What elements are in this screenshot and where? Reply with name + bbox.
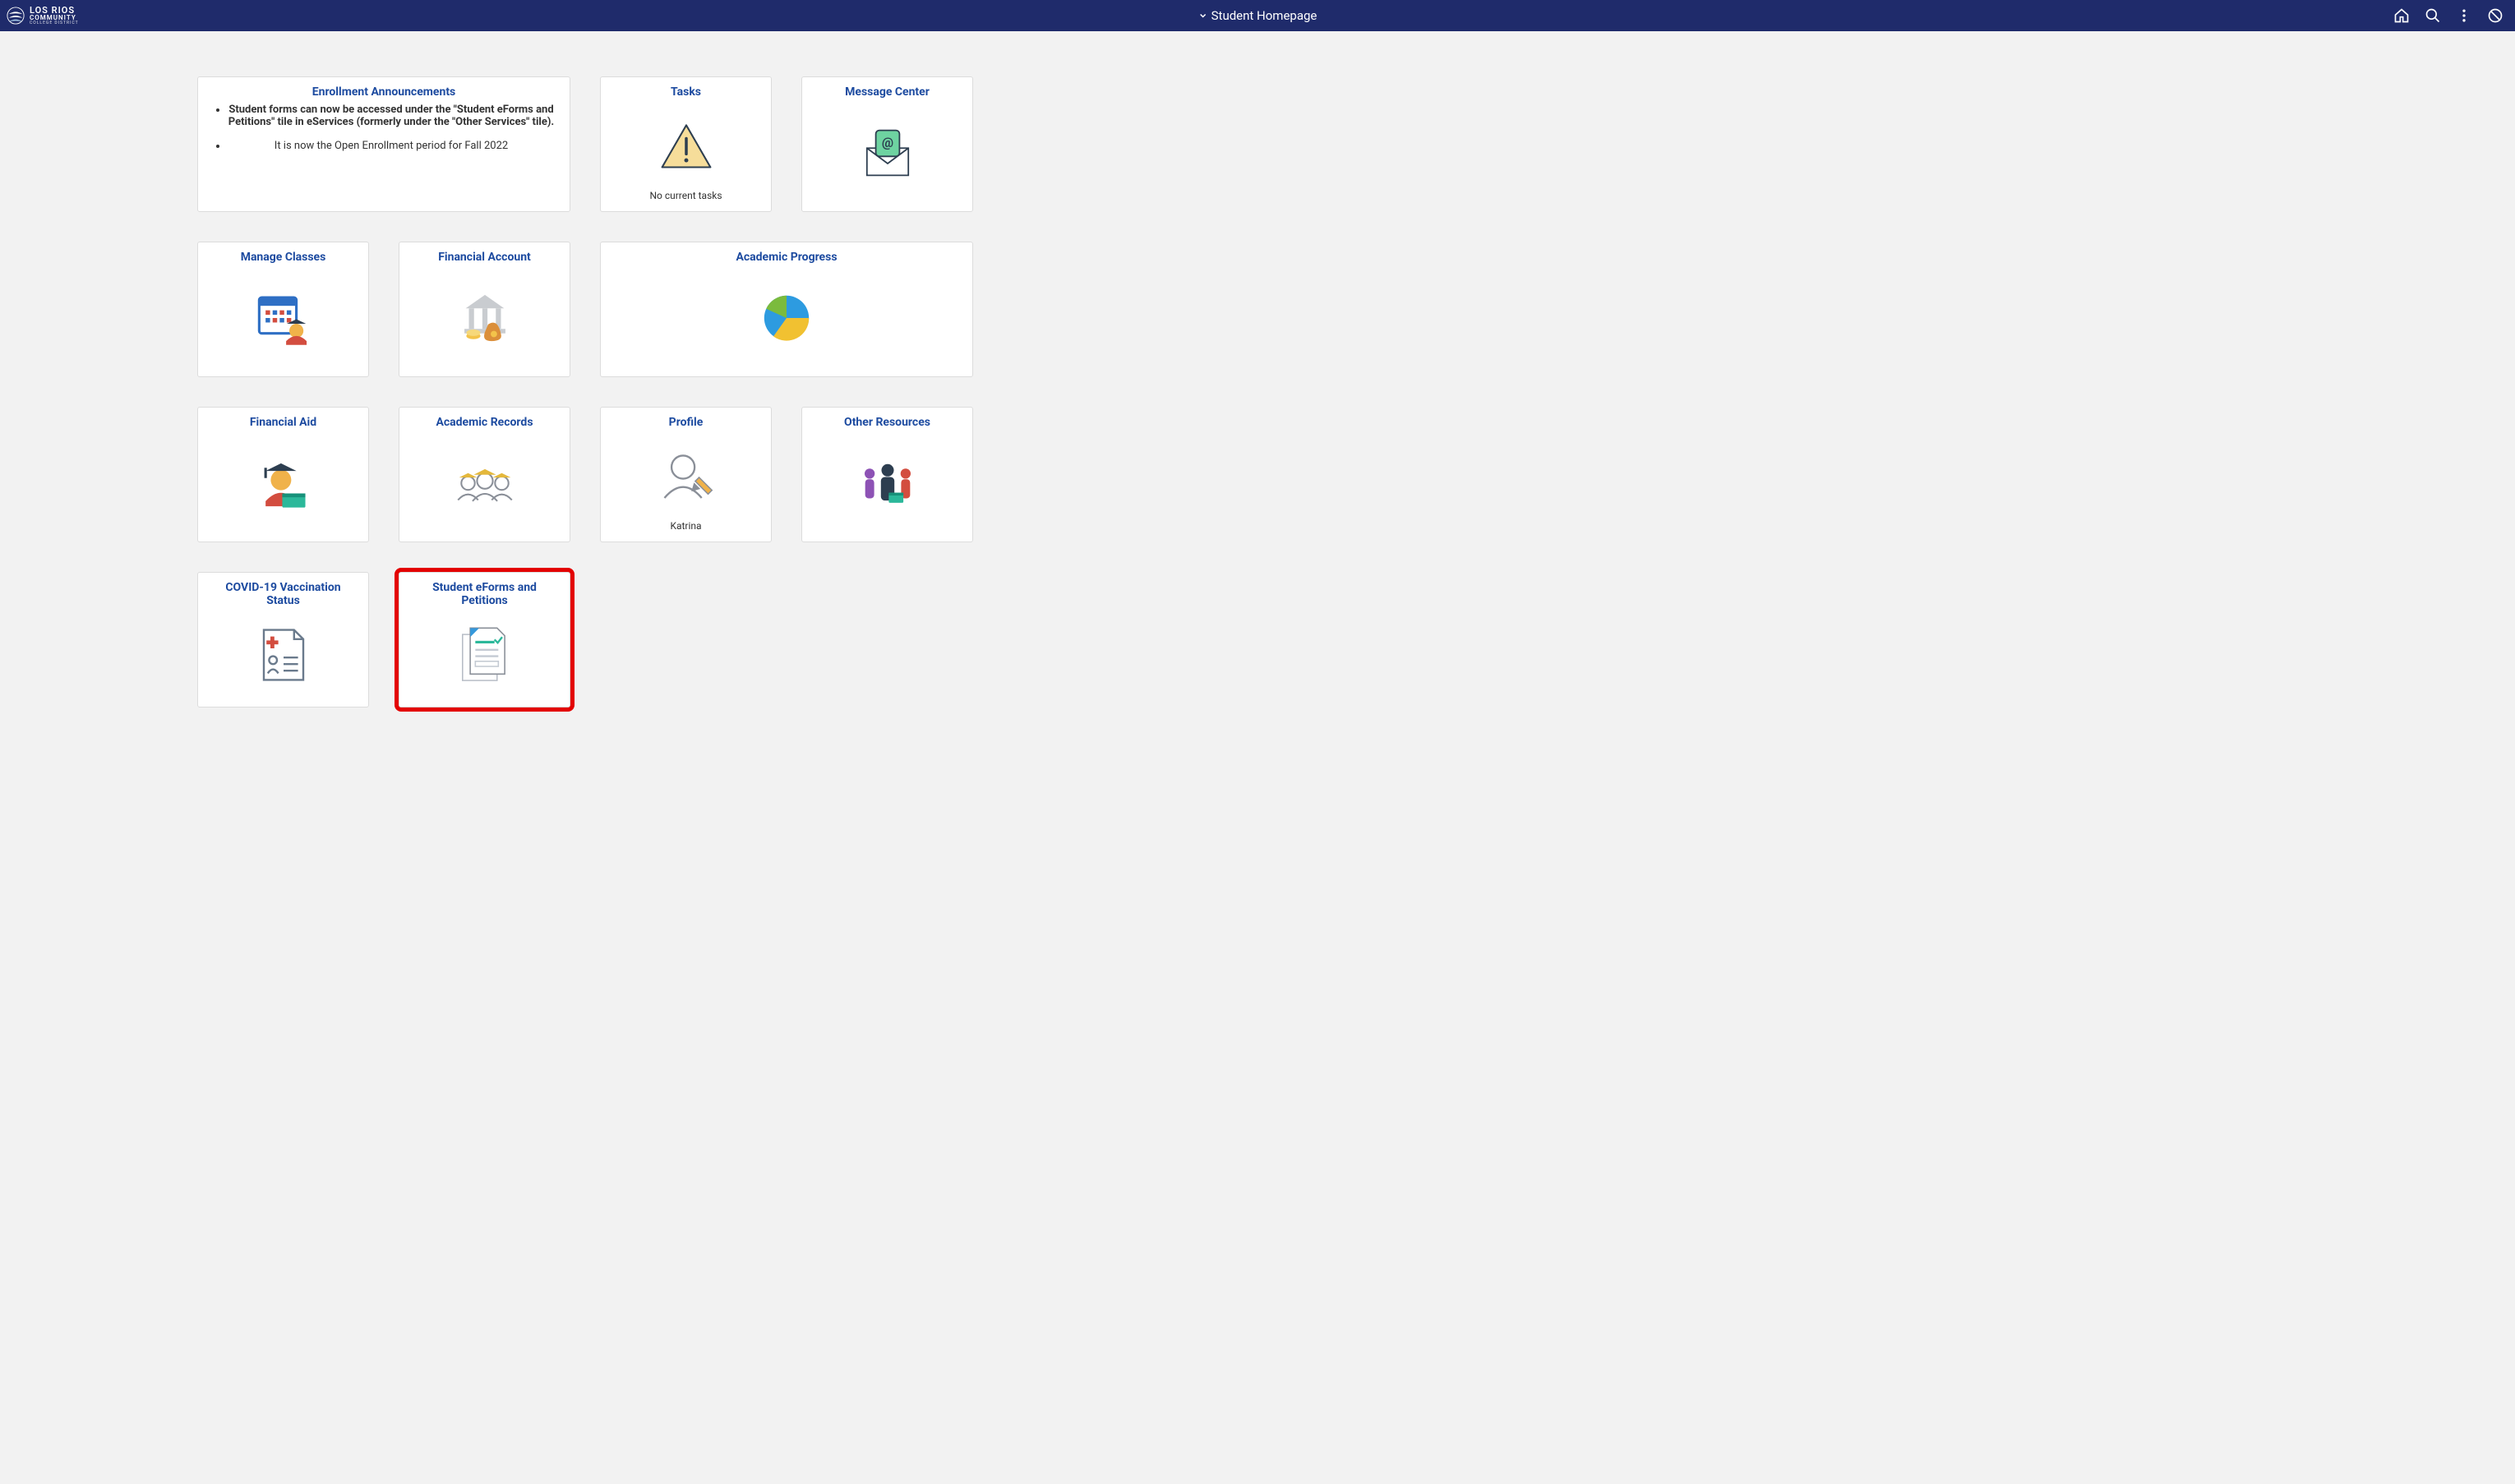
actions-menu-icon[interactable] bbox=[2456, 7, 2472, 24]
tile-row: COVID-19 Vaccination Status Student eFor… bbox=[197, 572, 2318, 707]
medical-record-icon bbox=[257, 612, 310, 697]
sign-out-icon[interactable] bbox=[2487, 7, 2503, 24]
tile-student-eforms-petitions[interactable]: Student eForms and Petitions bbox=[399, 572, 570, 707]
person-edit-icon bbox=[654, 434, 718, 520]
tile-enrollment-announcements[interactable]: Enrollment Announcements Student forms c… bbox=[197, 76, 570, 212]
tile-title: Message Center bbox=[845, 85, 930, 99]
people-group-icon bbox=[854, 434, 921, 532]
announcements-body: Student forms can now be accessed under … bbox=[213, 104, 555, 164]
page-title-dropdown[interactable]: Student Homepage bbox=[1198, 8, 1317, 23]
search-icon[interactable] bbox=[2425, 7, 2441, 24]
home-icon[interactable] bbox=[2393, 7, 2410, 24]
graduates-group-icon bbox=[451, 434, 519, 532]
bank-coins-icon bbox=[453, 269, 517, 366]
brand-text: LOS RIOS COMMUNITY COLLEGE DISTRICT bbox=[30, 6, 79, 25]
announcement-item: Student forms can now be accessed under … bbox=[228, 104, 555, 128]
tile-financial-account[interactable]: Financial Account bbox=[399, 242, 570, 377]
forms-stack-icon bbox=[456, 612, 514, 697]
envelope-at-icon: @ bbox=[858, 104, 917, 201]
tile-footer: No current tasks bbox=[649, 190, 722, 201]
brand: LOS RIOS COMMUNITY COLLEGE DISTRICT bbox=[7, 6, 79, 25]
header-actions bbox=[2393, 7, 2508, 24]
tile-title: Enrollment Announcements bbox=[312, 85, 456, 99]
tile-title: COVID-19 Vaccination Status bbox=[213, 581, 353, 607]
svg-text:@: @ bbox=[881, 134, 893, 150]
tile-row: Financial Aid Academic Records bbox=[197, 407, 2318, 542]
tile-row: Manage Classes Financial Account bbox=[197, 242, 2318, 377]
tile-title: Other Resources bbox=[844, 416, 930, 429]
tile-title: Profile bbox=[669, 416, 704, 429]
tile-academic-progress[interactable]: Academic Progress bbox=[600, 242, 973, 377]
tile-financial-aid[interactable]: Financial Aid bbox=[197, 407, 369, 542]
tile-academic-records[interactable]: Academic Records bbox=[399, 407, 570, 542]
tile-tasks[interactable]: Tasks No current tasks bbox=[600, 76, 772, 212]
tile-title: Financial Account bbox=[438, 251, 531, 264]
tile-title: Academic Progress bbox=[736, 251, 837, 264]
warning-triangle-icon bbox=[658, 104, 715, 190]
graduate-card-icon bbox=[252, 434, 316, 532]
tile-footer: Katrina bbox=[670, 520, 701, 532]
announcement-item: It is now the Open Enrollment period for… bbox=[228, 140, 555, 152]
tile-message-center[interactable]: Message Center @ bbox=[801, 76, 973, 212]
chevron-down-icon bbox=[1198, 11, 1208, 21]
tile-title: Academic Records bbox=[436, 416, 533, 429]
tile-row: Enrollment Announcements Student forms c… bbox=[197, 76, 2318, 212]
page-title: Student Homepage bbox=[1211, 8, 1317, 23]
brand-logo-icon bbox=[7, 7, 25, 25]
tile-covid-vaccination-status[interactable]: COVID-19 Vaccination Status bbox=[197, 572, 369, 707]
tile-other-resources[interactable]: Other Resources bbox=[801, 407, 973, 542]
tile-profile[interactable]: Profile Katrina bbox=[600, 407, 772, 542]
brand-line3: COLLEGE DISTRICT bbox=[30, 21, 79, 25]
tile-manage-classes[interactable]: Manage Classes bbox=[197, 242, 369, 377]
tile-title: Manage Classes bbox=[241, 251, 326, 264]
pie-chart-icon bbox=[754, 269, 819, 366]
app-header: LOS RIOS COMMUNITY COLLEGE DISTRICT Stud… bbox=[0, 0, 2515, 31]
tile-title: Financial Aid bbox=[250, 416, 316, 429]
tile-title: Tasks bbox=[671, 85, 701, 99]
calendar-student-icon bbox=[252, 269, 316, 366]
tile-grid: Enrollment Announcements Student forms c… bbox=[0, 31, 2515, 770]
tile-title: Student eForms and Petitions bbox=[414, 581, 555, 607]
